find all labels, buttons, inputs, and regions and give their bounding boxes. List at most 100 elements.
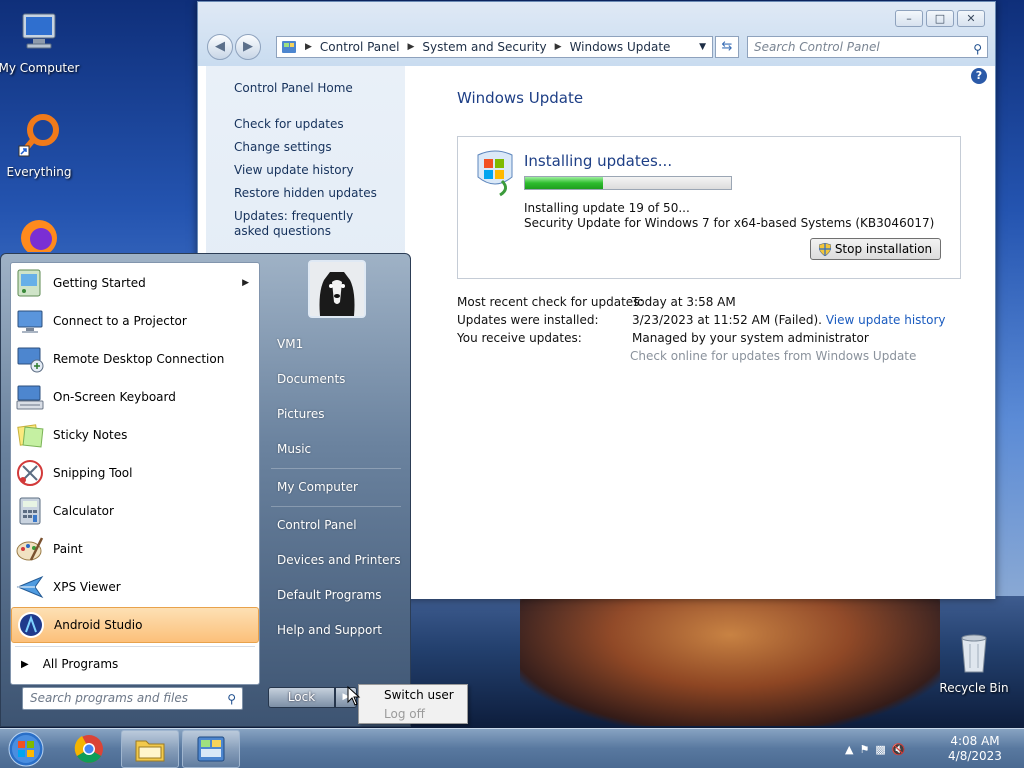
start-right-divider [271,506,401,507]
forward-button[interactable]: ▶ [235,34,261,60]
start-button-icon[interactable] [5,730,47,768]
address-bar[interactable]: ▶ Control Panel ▶ System and Security ▶ … [276,36,713,58]
start-search-input[interactable]: Search programs and files ⚲ [22,687,243,710]
control-panel-taskbar-icon [197,736,225,762]
taskbar-chrome-button[interactable] [60,730,118,768]
firefox-icon [21,220,57,252]
program-label: Snipping Tool [53,466,133,480]
start-right-control-panel[interactable]: Control Panel [277,518,357,532]
close-button[interactable]: ✕ [957,10,985,27]
all-programs-button[interactable]: ▶ All Programs [11,651,259,677]
sidebar-link-change-settings[interactable]: Change settings [234,140,332,154]
program-label: On-Screen Keyboard [53,390,176,404]
sidebar-link-faq[interactable]: Updates: frequently asked questions [234,209,384,239]
sidebar-link-restore-hidden-updates[interactable]: Restore hidden updates [234,186,377,200]
info-value-installed: 3/23/2023 at 11:52 AM (Failed). View upd… [632,313,946,327]
all-programs-label: All Programs [42,657,119,671]
program-label: Getting Started [53,276,146,290]
taskbar-explorer-button[interactable] [121,730,179,768]
search-icon[interactable]: ⚲ [227,689,236,710]
sidebar-link-view-update-history[interactable]: View update history [234,163,354,177]
refresh-button[interactable]: ⇆ [715,36,739,58]
power-options-menu: Switch user Log off [358,684,468,724]
breadcrumb-separator-icon: ▶ [554,42,562,52]
program-sticky-notes[interactable]: Sticky Notes [11,417,259,453]
info-installed-text: 3/23/2023 at 11:52 AM (Failed). [632,313,822,327]
update-progress-text: Installing update 19 of 50... [524,201,690,215]
desktop-icon-label: Everything [6,165,72,179]
program-remote-desktop[interactable]: Remote Desktop Connection [11,341,259,377]
clock-time: 4:08 AM [950,734,1000,748]
minimize-button[interactable]: – [895,10,923,27]
xps-viewer-icon [16,575,44,599]
start-right-default-programs[interactable]: Default Programs [277,588,382,602]
info-value-receive: Managed by your system administrator [632,331,869,345]
user-avatar[interactable] [308,260,366,318]
address-dropdown-icon[interactable]: ▼ [699,42,706,52]
breadcrumb-control-panel[interactable]: Control Panel [320,40,400,54]
search-icon[interactable]: ⚲ [973,39,982,59]
help-icon[interactable]: ? [971,68,987,84]
check-online-link[interactable]: Check online for updates from Windows Up… [630,349,916,363]
switch-user-menu-item[interactable]: Switch user [384,688,454,702]
start-right-devices-and-printers[interactable]: Devices and Printers [277,553,401,567]
lock-button[interactable]: Lock [268,687,335,708]
keyboard-icon [16,385,44,410]
breadcrumb-system-and-security[interactable]: System and Security [422,40,546,54]
network-icon[interactable]: ▩ [875,743,885,756]
window-title-bar: – □ ✕ ◀ ▶ ▶ Control Panel ▶ System and S… [198,2,995,66]
android-studio-icon [18,612,44,638]
start-right-divider [271,468,401,469]
start-right-music[interactable]: Music [277,442,311,456]
log-off-menu-item[interactable]: Log off [384,707,425,721]
windows-update-icon [477,150,513,197]
action-center-flag-icon[interactable]: ⚑ [859,743,869,756]
view-update-history-link[interactable]: View update history [826,313,946,327]
start-right-help-and-support[interactable]: Help and Support [277,623,382,637]
sidebar-link-check-for-updates[interactable]: Check for updates [234,117,344,131]
start-right-documents[interactable]: Documents [277,372,345,386]
desktop-icon-everything[interactable]: Everything [0,112,81,179]
sidebar-link-control-panel-home[interactable]: Control Panel Home [234,81,353,95]
search-placeholder: Search Control Panel [754,40,880,54]
desktop-icon-label: My Computer [0,61,80,75]
update-status-heading: Installing updates... [524,152,673,170]
desktop-icon-recycle-bin[interactable]: Recycle Bin [932,628,1016,695]
info-label-recent-check: Most recent check for updates: [457,295,644,309]
stop-installation-button[interactable]: Stop installation [810,238,941,260]
start-right-my-computer[interactable]: My Computer [277,480,358,494]
search-input[interactable]: Search Control Panel ⚲ [747,36,988,58]
program-on-screen-keyboard[interactable]: On-Screen Keyboard [11,379,259,415]
mouse-cursor-icon [347,686,361,706]
program-getting-started[interactable]: Getting Started ▶ [11,265,259,301]
desktop-icon-label: Recycle Bin [939,681,1009,695]
start-right-user[interactable]: VM1 [277,337,303,351]
program-connect-to-projector[interactable]: Connect to a Projector [11,303,259,339]
submenu-arrow-icon: ▶ [242,278,249,288]
user-picture-icon [310,262,364,316]
update-progress-bar [524,176,732,190]
taskbar-clock[interactable]: 4:08 AM 4/8/2023 [935,734,1015,764]
breadcrumb-windows-update[interactable]: Windows Update [570,40,671,54]
show-hidden-icons-icon[interactable]: ▲ [845,743,853,756]
control-panel-icon [282,41,296,53]
program-label: Remote Desktop Connection [53,352,225,366]
desktop-icon-my-computer[interactable]: My Computer [0,8,81,75]
program-calculator[interactable]: Calculator [11,493,259,529]
taskbar: ▲ ⚑ ▩ 🔇 4:08 AM 4/8/2023 [0,728,1024,768]
taskbar-control-panel-button[interactable] [182,730,240,768]
program-label: Paint [53,542,83,556]
start-menu: Getting Started ▶ Connect to a Projector… [0,253,411,727]
program-xps-viewer[interactable]: XPS Viewer [11,569,259,605]
desktop-icon-firefox[interactable] [0,212,81,252]
getting-started-icon [17,269,41,297]
program-paint[interactable]: Paint [11,531,259,567]
back-button[interactable]: ◀ [207,34,233,60]
start-right-pictures[interactable]: Pictures [277,407,325,421]
program-android-studio[interactable]: Android Studio [11,607,259,643]
window-controls: – □ ✕ [892,10,985,27]
program-snipping-tool[interactable]: Snipping Tool [11,455,259,491]
maximize-button[interactable]: □ [926,10,954,27]
volume-muted-icon[interactable]: 🔇 [892,743,906,756]
calculator-icon [19,497,41,525]
